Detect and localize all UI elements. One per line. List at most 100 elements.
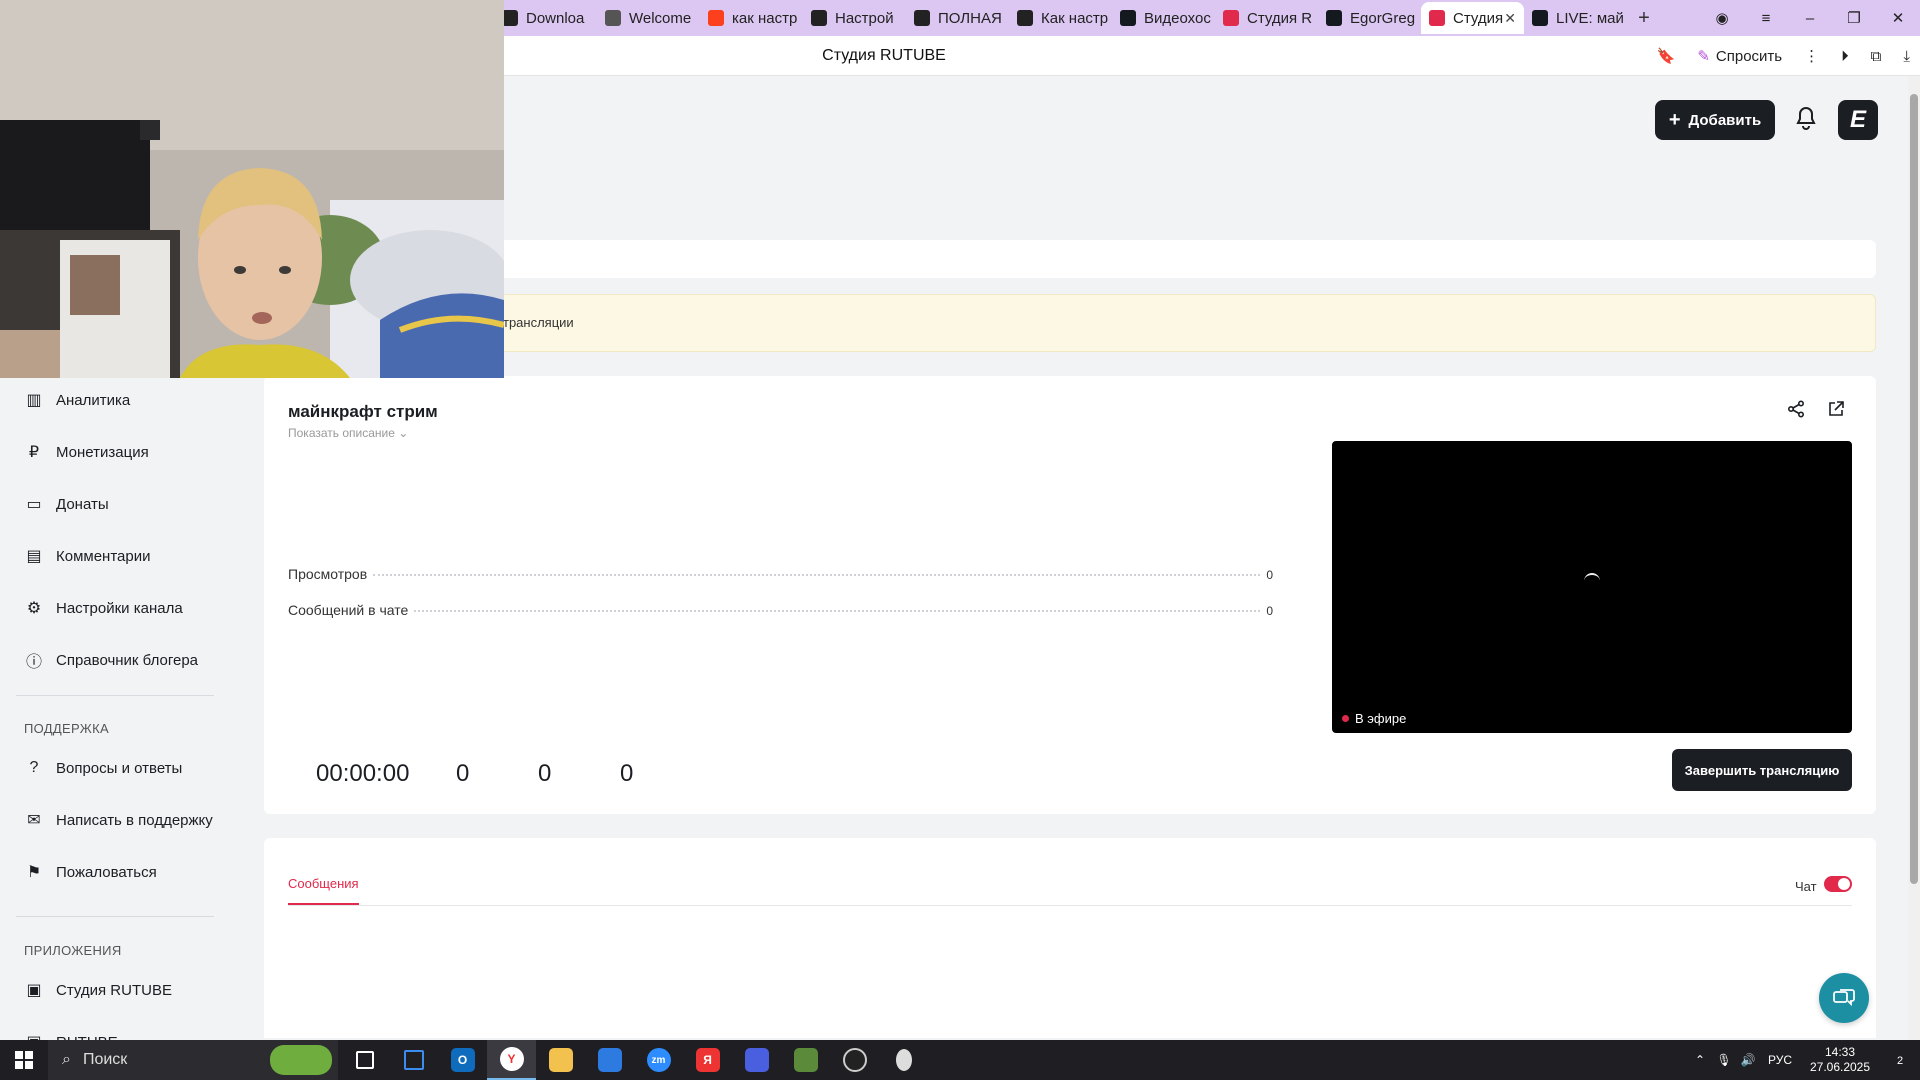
close-window-button[interactable]: ✕	[1876, 9, 1920, 27]
clock-date: 27.06.2025	[1809, 1060, 1871, 1074]
app-blue-icon[interactable]	[732, 1040, 781, 1080]
sidebar-item-label: Монетизация	[56, 443, 149, 461]
browser-tab[interactable]: ПОЛНАЯ	[906, 2, 1009, 34]
sidebar-item[interactable]: ✉ Написать в поддержку	[24, 810, 212, 830]
chart-icon: ▥	[26, 392, 42, 409]
new-tab-button[interactable]: +	[1627, 2, 1661, 34]
webcam-image	[0, 0, 504, 378]
browser-tab[interactable]: EgorGreg	[1318, 2, 1421, 34]
sidebar-item-label: Вопросы и ответы	[56, 759, 183, 777]
sidebar-item[interactable]: ▤ Комментарии	[24, 546, 150, 566]
store-icon[interactable]	[585, 1040, 634, 1080]
microphone-icon[interactable]: 🎙	[1712, 1053, 1736, 1067]
extensions-icon[interactable]: ⧉	[1871, 48, 1882, 65]
media-icon[interactable]: ⏵	[1841, 48, 1849, 65]
clock[interactable]: 14:33 27.06.2025	[1800, 1045, 1880, 1075]
taskbar-search[interactable]: ⌕ Поиск	[48, 1040, 338, 1080]
close-tab-icon[interactable]: ✕	[1504, 10, 1516, 27]
menu-icon[interactable]: ≡	[1744, 10, 1788, 27]
windows-start-icon[interactable]	[0, 1040, 48, 1080]
page-scrollbar[interactable]	[1908, 76, 1920, 1040]
tray-expand-icon[interactable]: ⌃	[1688, 1053, 1712, 1067]
live-dot-icon	[1342, 715, 1349, 722]
language-indicator[interactable]: РУС	[1760, 1053, 1800, 1067]
rutube-icon	[1120, 10, 1136, 26]
zoom-icon[interactable]: zm	[634, 1040, 683, 1080]
sidebar-item[interactable]: ⓘ Справочник блогера	[24, 650, 198, 672]
task-view-icon[interactable]	[340, 1040, 389, 1080]
chat-toggle[interactable]	[1824, 876, 1852, 892]
sidebar-item[interactable]: ⚙ Настройки канала	[24, 598, 183, 618]
info-strip	[264, 240, 1876, 278]
stream-title: майнкрафт стрим	[288, 402, 438, 421]
yandex-browser-icon[interactable]: Y	[487, 1040, 536, 1080]
sidebar-item[interactable]: ▭ Донаты	[24, 494, 109, 514]
notifications-icon[interactable]: 2	[1880, 1051, 1920, 1069]
bookmark-icon[interactable]: 🔖	[1657, 47, 1676, 65]
browser-tab[interactable]: Downloa	[494, 2, 597, 34]
browser-tab[interactable]: Студия ✕	[1421, 2, 1524, 34]
add-button[interactable]: + Добавить	[1655, 100, 1775, 140]
browser-tab[interactable]: LIVE: май	[1524, 2, 1627, 34]
info-icon: ⓘ	[25, 654, 42, 671]
scrollbar-thumb[interactable]	[1910, 94, 1918, 884]
flag-icon: ⚑	[26, 864, 42, 881]
download-icon[interactable]: ⤓	[1903, 48, 1910, 65]
dotted-leader	[414, 610, 1261, 612]
tab-messages[interactable]: Сообщения	[288, 876, 359, 905]
document-icon	[605, 10, 621, 26]
taskbar-apps: O Y zm Я	[340, 1040, 928, 1080]
address-bar-actions: 🔖 ✎ Спросить ⋮ ⏵ ⧉ ⤓	[1657, 36, 1910, 76]
browser-tab[interactable]: как настр	[700, 2, 803, 34]
browser-tab[interactable]: Welcome	[597, 2, 700, 34]
views-value: 0	[1266, 568, 1273, 582]
browser-tab[interactable]: Настрой	[803, 2, 906, 34]
chat-card: Сообщения Чат	[264, 838, 1876, 1038]
sidebar-item-label: Аналитика	[56, 391, 131, 409]
apps-section-label: ПРИЛОЖЕНИЯ	[24, 943, 122, 958]
tab-label: как настр	[732, 9, 798, 27]
wallet-icon: ▭	[26, 496, 42, 513]
restore-button[interactable]: ❐	[1832, 9, 1876, 27]
counter-viewers: 0	[456, 760, 470, 787]
notifications-count: 2	[1896, 1055, 1904, 1067]
bell-icon[interactable]	[1795, 106, 1817, 136]
yandex-icon[interactable]: Я	[683, 1040, 732, 1080]
snipping-tool-icon[interactable]	[389, 1040, 438, 1080]
browser-tab[interactable]: Как настр	[1009, 2, 1112, 34]
tab-label: LIVE: май	[1556, 9, 1624, 27]
sidebar-item[interactable]: ▥ Аналитика	[24, 390, 130, 410]
stream-card: майнкрафт стрим Показать описание ⌄ Прос…	[264, 376, 1876, 814]
ask-button[interactable]: ✎ Спросить	[1697, 47, 1782, 66]
yandex-icon	[708, 10, 724, 26]
volume-icon[interactable]: 🔊	[1736, 1053, 1760, 1067]
sidebar-divider	[16, 695, 214, 696]
browser-tab[interactable]: Видеохос	[1112, 2, 1215, 34]
show-description-link[interactable]: Показать описание ⌄	[288, 426, 408, 440]
stream-preview-player[interactable]: В эфире	[1332, 441, 1852, 733]
minimize-button[interactable]: –	[1788, 10, 1832, 27]
sidebar-item[interactable]: ⚑ Пожаловаться	[24, 862, 157, 882]
share-icon[interactable]	[1787, 400, 1805, 423]
external-link-icon[interactable]	[1827, 400, 1845, 423]
avatar[interactable]: E	[1838, 100, 1878, 140]
minecraft-icon[interactable]	[781, 1040, 830, 1080]
browser-tab[interactable]: Студия R	[1215, 2, 1318, 34]
mouse-app-icon[interactable]	[879, 1040, 928, 1080]
chat-messages-label: Сообщений в чате	[288, 602, 409, 618]
sidebar-item[interactable]: ▣ Студия RUTUBE	[24, 980, 172, 1000]
outlook-icon[interactable]: O	[438, 1040, 487, 1080]
end-stream-button[interactable]: Завершить трансляцию	[1672, 749, 1852, 791]
dotted-leader	[373, 574, 1261, 576]
more-icon[interactable]: ⋮	[1804, 47, 1819, 65]
sidebar-item-label: Донаты	[56, 495, 109, 513]
rutube-icon	[1532, 10, 1548, 26]
banner-text: трансляции	[503, 315, 574, 330]
sidebar-item[interactable]: ₽ Монетизация	[24, 442, 149, 462]
tab-label: Настрой	[835, 9, 894, 27]
file-explorer-icon[interactable]	[536, 1040, 585, 1080]
profile-icon[interactable]: ◉	[1700, 9, 1744, 27]
support-chat-icon[interactable]	[1819, 973, 1869, 1023]
obs-icon[interactable]	[830, 1040, 879, 1080]
sidebar-item[interactable]: ? Вопросы и ответы	[24, 758, 183, 778]
